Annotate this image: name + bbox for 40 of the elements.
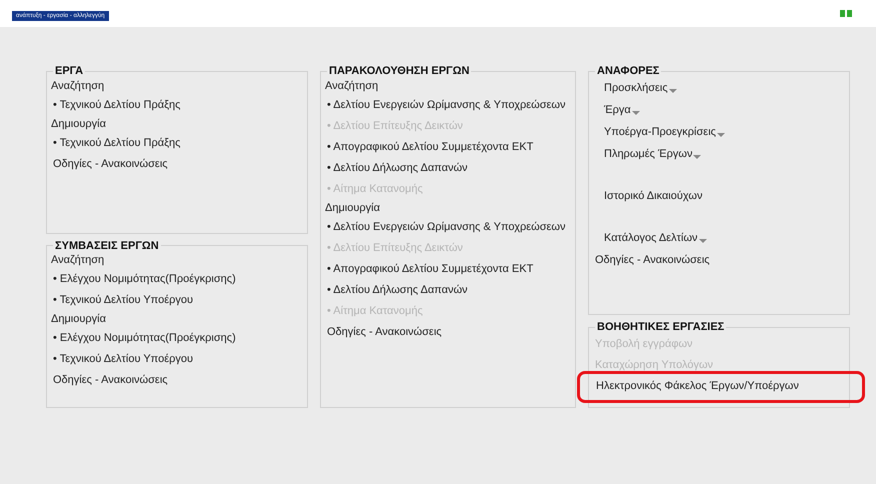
menu-link[interactable]: Έργα <box>604 104 631 116</box>
panel-title: ΠΑΡΑΚΟΛΟΥΘΗΣΗ ΕΡΓΩΝ <box>328 65 470 77</box>
menu-link[interactable]: • Τεχνικού Δελτίου Υποέργου <box>53 353 194 365</box>
menu-link[interactable]: Οδηγίες - Ανακοινώσεις <box>327 326 442 338</box>
menu-link[interactable]: Οδηγίες - Ανακοινώσεις <box>595 254 710 266</box>
group-label: Δημιουργία <box>325 202 380 214</box>
caret-icon[interactable] <box>698 238 707 244</box>
menu-link[interactable]: • Τεχνικού Δελτίου Πράξης <box>53 136 180 148</box>
menu-link[interactable]: • Τεχνικού Δελτίου Υποέργου <box>53 294 194 306</box>
panel-title: ΣΥΜΒΑΣΕΙΣ ΕΡΓΩΝ <box>54 240 160 252</box>
caret-icon[interactable] <box>693 154 702 160</box>
menu-link[interactable]: • Ελέγχου Νομιμότητας(Προέγκρισης) <box>53 332 236 344</box>
menu-link[interactable]: • Ελέγχου Νομιμότητας(Προέγκρισης) <box>53 273 236 285</box>
menu-link[interactable]: • Δελτίου Ενεργειών Ωρίμανσης & Υποχρεώσεων <box>327 98 566 110</box>
group-label: Δημιουργία <box>51 118 106 130</box>
menu-link[interactable]: Οδηγίες - Ανακοινώσεις <box>53 374 168 386</box>
panel-title: ΕΡΓΑ <box>54 65 84 77</box>
menu-link[interactable]: • Τεχνικού Δελτίου Πράξης <box>53 98 180 110</box>
menu-link[interactable]: • Απογραφικού Δελτίου Συμμετέχοντα ΕΚΤ <box>327 262 534 274</box>
menu-link[interactable]: Ιστορικό Δικαιούχων <box>604 190 702 202</box>
panel-title: ΒΟΗΘΗΤΙΚΕΣ ΕΡΓΑΣΙΕΣ <box>596 321 726 333</box>
menu-link[interactable]: Κατάλογος Δελτίων <box>604 232 698 244</box>
menu-link[interactable]: Υποέργα-Προεγκρίσεις <box>604 126 716 138</box>
group-label: Αναζήτηση <box>51 80 104 92</box>
group-label: Δημιουργία <box>51 313 106 325</box>
menu-link[interactable]: Πληρωμές Έργων <box>604 148 692 160</box>
group-label: Αναζήτηση <box>325 80 378 92</box>
menu-link[interactable]: Οδηγίες - Ανακοινώσεις <box>53 158 168 170</box>
menu-link[interactable]: • Δελτίου Δήλωσης Δαπανών <box>327 162 468 174</box>
group-label: Αναζήτηση <box>51 254 104 266</box>
menu-link[interactable]: Προσκλήσεις <box>604 82 668 94</box>
caret-icon[interactable] <box>632 110 640 116</box>
menu-link[interactable]: • Δελτίου Ενεργειών Ωρίμανσης & Υποχρεώσεων <box>327 220 566 232</box>
menu-link[interactable]: Ηλεκτρονικός Φάκελος Έργων/Υποέργων <box>596 380 848 392</box>
menu-link[interactable]: • Δελτίου Δήλωσης Δαπανών <box>327 284 468 296</box>
caret-icon[interactable] <box>716 132 725 138</box>
panel-title: ΑΝΑΦΟΡΕΣ <box>596 65 660 77</box>
status-icon <box>840 8 852 17</box>
menu-link[interactable]: • Απογραφικού Δελτίου Συμμετέχοντα ΕΚΤ <box>327 140 534 152</box>
caret-icon[interactable] <box>668 88 677 94</box>
